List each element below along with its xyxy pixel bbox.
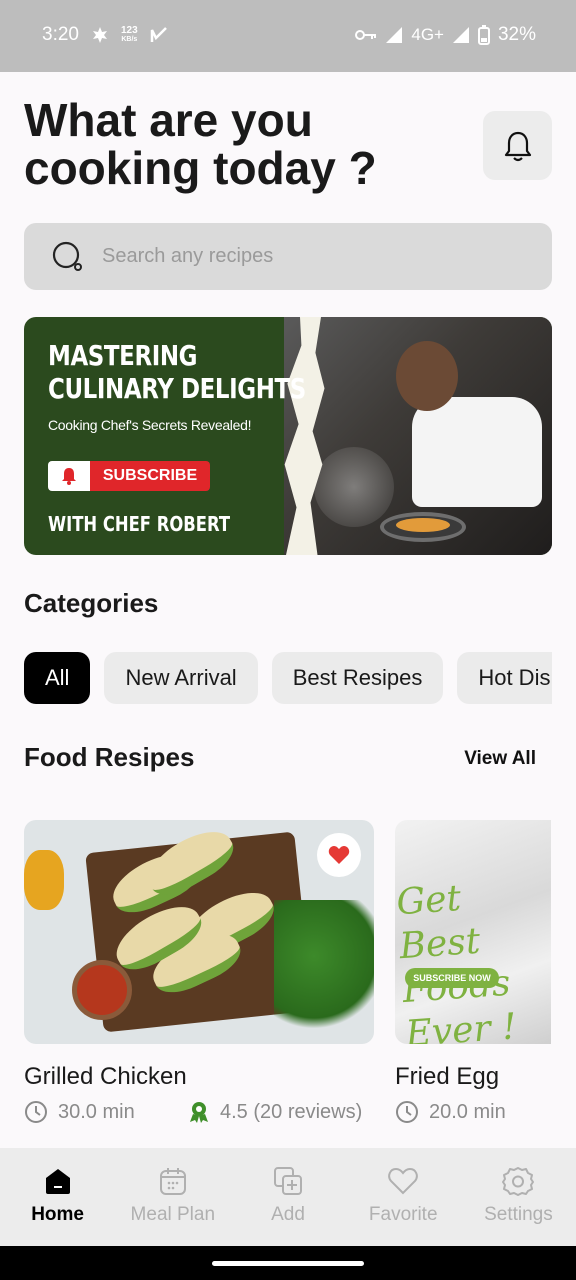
subscribe-button[interactable]: SUBSCRIBE (48, 461, 210, 491)
recipe-name: Grilled Chicken (24, 1063, 187, 1090)
category-chip-new-arrival[interactable]: New Arrival (104, 652, 258, 704)
heart-icon (388, 1167, 418, 1195)
clock-icon (396, 1101, 418, 1123)
award-icon (190, 1102, 208, 1123)
category-chip-all[interactable]: All (24, 652, 91, 704)
categories-heading: Categories (24, 588, 159, 618)
recipe-time: 20.0 min (395, 1100, 506, 1124)
gear-icon (502, 1167, 535, 1196)
banner-title: MASTERING CULINARY DELIGHTS (48, 339, 306, 405)
category-chips: All New Arrival Best Resipes Hot Dishes (24, 652, 552, 704)
bell-icon (62, 468, 76, 485)
calendar-icon (159, 1168, 186, 1195)
home-icon (45, 1169, 70, 1194)
signal-icon-2 (452, 27, 469, 43)
recipe-image: Get Best Foods Ever ! SUBSCRIBE NOW (395, 820, 551, 1044)
view-all-link[interactable]: View All (464, 748, 536, 770)
bell-icon (504, 131, 531, 161)
check-icon (150, 27, 167, 42)
recipe-card[interactable]: Get Best Foods Ever ! SUBSCRIBE NOW Frie… (395, 820, 551, 1123)
nav-home[interactable]: Home (0, 1148, 115, 1246)
search-bar[interactable] (24, 223, 552, 290)
nav-favorite[interactable]: Favorite (346, 1148, 461, 1246)
search-input[interactable] (102, 245, 482, 268)
recipe-image (24, 820, 374, 1044)
status-bar: 3:20 123 KB/s 4G+ 32% (0, 0, 576, 72)
recipe-name: Fried Egg (395, 1063, 500, 1090)
category-chip-hot-dishes[interactable]: Hot Dishes (457, 652, 552, 704)
promo-text: Get Best Foods Ever ! (395, 877, 518, 1044)
nav-settings[interactable]: Settings (461, 1148, 576, 1246)
recipe-card[interactable]: Grilled Chicken 30.0 min 4.5 (20 reviews… (24, 820, 374, 1123)
network-type: 4G+ (411, 25, 444, 44)
network-speed: 123 KB/s (120, 25, 138, 44)
search-icon (52, 241, 82, 271)
system-navigation-bar (0, 1246, 576, 1280)
signal-icon (386, 27, 403, 43)
notifications-button[interactable] (483, 111, 552, 180)
heart-icon (328, 846, 350, 864)
clock-icon (25, 1101, 47, 1123)
home-gesture-pill[interactable] (212, 1261, 364, 1266)
status-time: 3:20 (42, 24, 79, 45)
promo-banner[interactable]: MASTERING CULINARY DELIGHTS Cooking Chef… (24, 317, 552, 555)
page-title: What are you cooking today ? (24, 94, 377, 194)
nav-add[interactable]: Add (230, 1148, 345, 1246)
category-chip-best-recipes[interactable]: Best Resipes (271, 652, 444, 704)
recipe-time: 30.0 min (24, 1100, 135, 1124)
promo-subscribe-button: SUBSCRIBE NOW (405, 968, 499, 988)
bottom-navigation: Home Meal Plan Add Favorite Settings (0, 1148, 576, 1246)
food-recipes-heading: Food Resipes (24, 742, 195, 772)
add-icon (274, 1167, 302, 1195)
battery-icon (477, 25, 490, 45)
banner-chef-line: WITH CHEF ROBERT (48, 512, 231, 536)
recipe-rating: 4.5 (20 reviews) (188, 1100, 362, 1124)
vpn-key-icon (355, 30, 377, 40)
nav-meal-plan[interactable]: Meal Plan (115, 1148, 230, 1246)
battery-level: 32% (497, 24, 536, 45)
banner-subtitle: Cooking Chef's Secrets Revealed! (48, 417, 252, 433)
leaf-icon (92, 27, 107, 43)
favorite-button[interactable] (317, 833, 361, 877)
